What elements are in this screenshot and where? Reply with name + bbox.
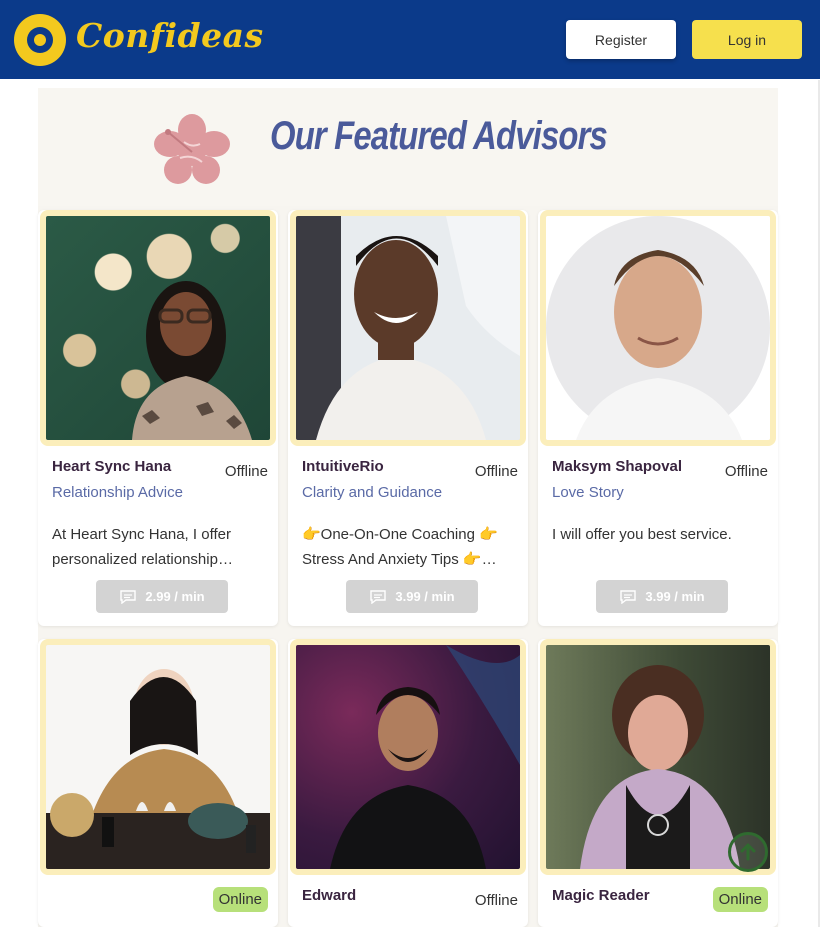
advisor-category: Relationship Advice bbox=[52, 484, 183, 501]
advisor-card[interactable]: Edward Offline bbox=[288, 639, 528, 927]
arrow-up-circle-icon bbox=[740, 843, 756, 861]
top-navigation-bar: Confideas Register Log in bbox=[0, 0, 820, 79]
advisor-card[interactable]: Maksym Shapoval Offline Love Story I wil… bbox=[538, 210, 778, 626]
confideas-logo-icon[interactable] bbox=[14, 14, 66, 66]
advisor-name[interactable]: Edward bbox=[302, 887, 356, 904]
advisor-photo bbox=[296, 645, 520, 869]
status-badge: Offline bbox=[224, 463, 268, 480]
hibiscus-icon bbox=[154, 114, 230, 184]
status-badge: Offline bbox=[474, 463, 518, 480]
advisor-photo-frame[interactable] bbox=[40, 639, 276, 875]
advisor-description: At Heart Sync Hana, I offer personalized… bbox=[52, 526, 233, 568]
scroll-to-top-button[interactable] bbox=[728, 832, 768, 872]
chat-price-button[interactable]: 3.99 / min bbox=[346, 580, 478, 613]
featured-header: Our Featured Advisors bbox=[38, 88, 778, 206]
status-badge: Offline bbox=[724, 463, 768, 480]
status-badge: Online bbox=[712, 887, 768, 912]
advisor-name[interactable]: Magic Reader bbox=[552, 887, 650, 904]
brand-name[interactable]: Confideas bbox=[76, 16, 264, 55]
advisor-card[interactable]: IntuitiveRio Offline Clarity and Guidanc… bbox=[288, 210, 528, 626]
advisor-photo bbox=[546, 216, 770, 440]
advisor-card[interactable]: Online bbox=[38, 639, 278, 927]
price-label: 3.99 / min bbox=[645, 589, 705, 604]
advisor-photo bbox=[46, 645, 270, 869]
advisor-name[interactable]: Maksym Shapoval bbox=[552, 458, 682, 475]
chat-price-button[interactable]: 3.99 / min bbox=[596, 580, 728, 613]
section-title: Our Featured Advisors bbox=[270, 114, 608, 158]
chat-bubble-icon bbox=[370, 589, 387, 604]
advisor-card[interactable]: Heart Sync Hana Offline Relationship Adv… bbox=[38, 210, 278, 626]
advisor-name[interactable]: Heart Sync Hana bbox=[52, 458, 171, 475]
advisor-photo bbox=[296, 216, 520, 440]
advisor-photo-frame[interactable] bbox=[290, 639, 526, 875]
register-button[interactable]: Register bbox=[566, 20, 676, 59]
advisor-description: 👉One-On-One Coaching 👉 Stress And Anxiet… bbox=[302, 526, 498, 568]
chat-price-button[interactable]: 2.99 / min bbox=[96, 580, 228, 613]
featured-advisors-section: Our Featured Advisors Heart Sync Hana Of… bbox=[38, 88, 778, 927]
status-badge: Online bbox=[212, 887, 268, 912]
status-badge: Offline bbox=[474, 892, 518, 909]
chat-bubble-icon bbox=[120, 589, 137, 604]
advisor-category: Clarity and Guidance bbox=[302, 484, 443, 501]
advisor-photo bbox=[46, 216, 270, 440]
advisor-photo-frame[interactable] bbox=[540, 210, 776, 446]
advisor-card[interactable]: Magic Reader Online bbox=[538, 639, 778, 927]
price-label: 2.99 / min bbox=[145, 589, 205, 604]
advisor-name[interactable]: IntuitiveRio bbox=[302, 458, 384, 475]
advisor-photo-frame[interactable] bbox=[290, 210, 526, 446]
advisor-category: Love Story bbox=[552, 484, 624, 501]
advisor-description: I will offer you best service. bbox=[552, 526, 732, 543]
chat-bubble-icon bbox=[620, 589, 637, 604]
advisor-photo-frame[interactable] bbox=[40, 210, 276, 446]
login-button[interactable]: Log in bbox=[692, 20, 802, 59]
price-label: 3.99 / min bbox=[395, 589, 455, 604]
